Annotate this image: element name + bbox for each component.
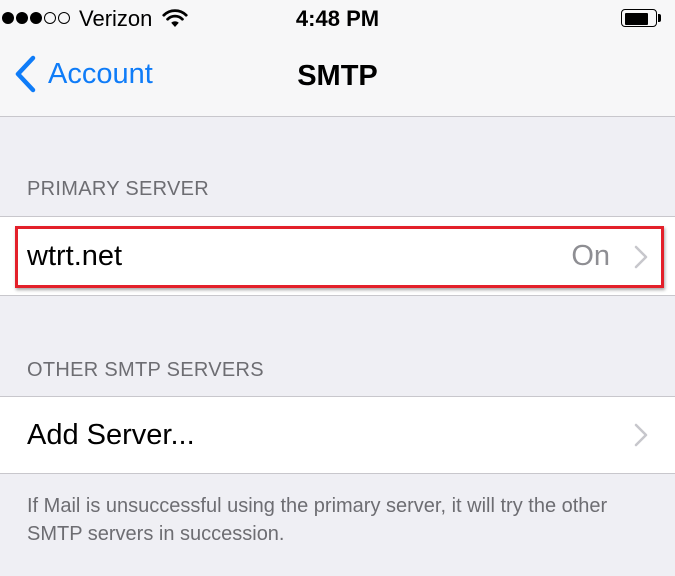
- other-servers-group: Add Server...: [0, 396, 675, 474]
- chevron-right-icon: [634, 423, 648, 447]
- add-server-row[interactable]: Add Server...: [0, 397, 675, 473]
- other-servers-header: OTHER SMTP SERVERS: [27, 359, 264, 381]
- add-server-label: Add Server...: [27, 419, 195, 451]
- footer-note: If Mail is unsuccessful using the primar…: [27, 495, 608, 545]
- navigation-bar: Account SMTP: [0, 38, 675, 116]
- highlight-annotation: [15, 226, 664, 288]
- top-bars: Verizon 4:48 PM Account SMTP: [0, 0, 675, 117]
- battery-body: [621, 9, 657, 27]
- status-time: 4:48 PM: [295, 6, 380, 31]
- battery-icon: [621, 9, 663, 29]
- primary-server-header: PRIMARY SERVER: [27, 178, 210, 200]
- status-bar: Verizon 4:48 PM: [0, 0, 675, 38]
- page-title: SMTP: [297, 60, 378, 92]
- battery-tip: [658, 14, 661, 22]
- battery-level: [625, 13, 648, 25]
